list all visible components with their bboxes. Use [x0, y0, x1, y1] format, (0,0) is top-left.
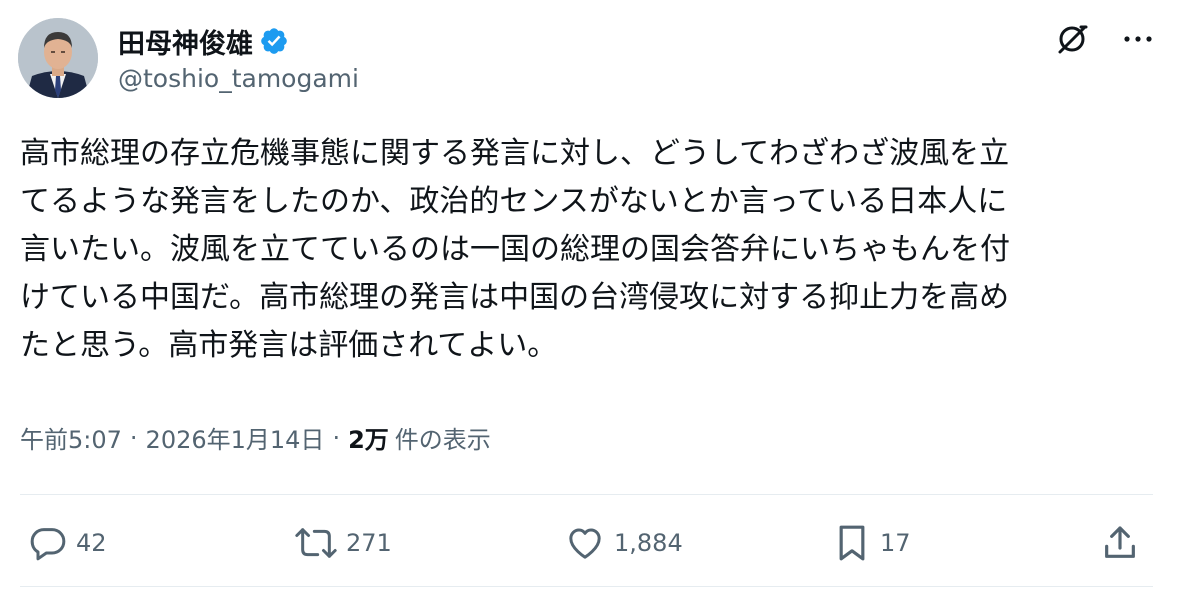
bookmark-icon	[839, 525, 865, 561]
views-count[interactable]: 2万	[348, 420, 389, 455]
like-icon	[569, 528, 601, 559]
avatar[interactable]	[18, 18, 98, 98]
repost-button[interactable]: 271	[294, 520, 392, 566]
tweet-meta: 午前5:07 · 2026年1月14日 · 2万 件の表示	[20, 420, 491, 455]
verified-badge-icon	[259, 26, 289, 56]
meta-separator: ·	[129, 423, 138, 452]
reply-button[interactable]: 42	[28, 520, 107, 566]
bookmark-count: 17	[880, 529, 911, 557]
user-handle[interactable]: @toshio_tamogami	[118, 64, 359, 93]
tweet-date[interactable]: 2026年1月14日	[146, 420, 325, 455]
reply-count: 42	[76, 529, 107, 557]
reply-icon	[30, 528, 66, 561]
display-name-row: 田母神俊雄	[118, 22, 359, 60]
tweet-time[interactable]: 午前5:07	[20, 420, 122, 455]
avatar-image	[18, 18, 98, 98]
divider	[20, 494, 1153, 495]
meta-separator: ·	[332, 423, 341, 452]
bookmark-button[interactable]: 17	[832, 520, 911, 566]
top-actions	[1055, 22, 1153, 56]
divider	[20, 586, 1153, 587]
like-button[interactable]: 1,884	[564, 520, 683, 566]
display-name[interactable]: 田母神俊雄	[118, 22, 253, 61]
grok-icon[interactable]	[1055, 22, 1089, 56]
share-icon	[1105, 526, 1135, 558]
share-button[interactable]	[1100, 520, 1140, 566]
views-label: 件の表示	[394, 426, 491, 454]
more-icon[interactable]	[1123, 34, 1153, 44]
repost-icon	[295, 528, 337, 558]
user-header: 田母神俊雄 @toshio_tamogami	[118, 22, 359, 93]
action-bar: 42 271 1,884 17	[28, 520, 1148, 566]
repost-count: 271	[346, 529, 392, 557]
like-count: 1,884	[614, 529, 683, 557]
tweet-text: 高市総理の存立危機事態に関する発言に対し、どうしてわざわざ波風を立 てるような発…	[20, 136, 1010, 363]
